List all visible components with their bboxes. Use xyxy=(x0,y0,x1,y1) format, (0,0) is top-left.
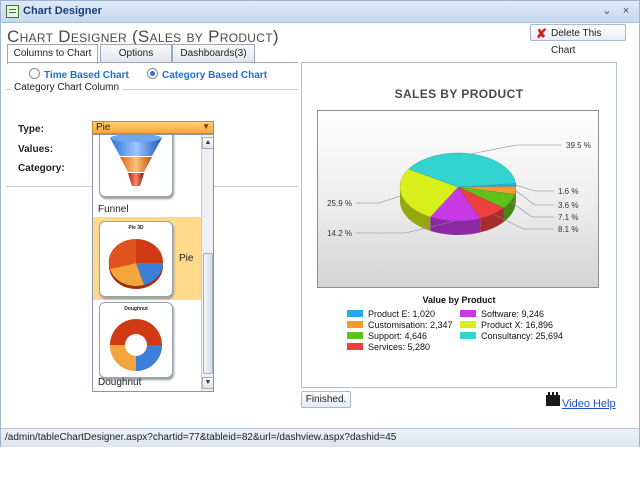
pie-chart-icon xyxy=(108,238,164,289)
leader-line-customisation xyxy=(515,190,554,206)
status-url: /admin/tableChartDesigner.aspx?chartid=7… xyxy=(5,432,397,443)
legend-label: Product X: 16,896 xyxy=(481,320,554,330)
legend-label: Services: 5,280 xyxy=(368,342,431,352)
radio-time-based[interactable]: Time Based Chart xyxy=(29,68,129,81)
funnel-label: Funnel xyxy=(98,204,129,215)
list-item-pie[interactable]: Pie 3D Pie xyxy=(93,217,201,300)
percent-label-customisation: 3.6 % xyxy=(558,201,578,210)
chevron-down-icon[interactable]: ▼ xyxy=(202,121,210,132)
legend-swatch xyxy=(460,321,476,328)
tab-options[interactable]: Options xyxy=(100,44,172,62)
delete-chart-label: Delete This Chart xyxy=(551,28,602,56)
close-icon[interactable]: × xyxy=(618,4,634,18)
legend-label: Consultancy: 25,694 xyxy=(481,331,564,341)
form-icon xyxy=(6,5,19,18)
legend-label: Software: 9,246 xyxy=(481,309,545,319)
scroll-down-icon[interactable]: ▼ xyxy=(202,377,213,389)
legend-label: Customisation: 2,347 xyxy=(368,320,453,330)
radio-category-based[interactable]: Category Based Chart xyxy=(147,68,267,81)
category-fieldset-legend: Category Chart Column xyxy=(11,82,123,93)
leader-line-product-x xyxy=(356,195,402,204)
chart-title: Sales by Product xyxy=(394,87,524,101)
category-label: Category: xyxy=(18,163,65,174)
values-label: Values: xyxy=(18,144,54,155)
list-item-doughnut[interactable]: Doughnut Doughnut xyxy=(93,300,201,391)
leader-line-product-e xyxy=(515,184,554,192)
legend-swatch xyxy=(460,332,476,339)
scroll-up-icon[interactable]: ▲ xyxy=(202,137,213,149)
legend-item-product-e: Product E: 1,020 xyxy=(347,309,435,319)
doughnut-thumbnail: Doughnut xyxy=(99,302,173,378)
type-select[interactable]: Pie ▼ xyxy=(92,121,214,134)
list-item-funnel[interactable]: Funnel xyxy=(93,135,201,217)
percent-label-services: 8.1 % xyxy=(558,225,578,234)
title-bar[interactable]: Chart Designer ⌄ × xyxy=(1,1,639,23)
radio-category-based-circle[interactable] xyxy=(147,68,158,79)
delete-x-icon: ✘ xyxy=(536,26,547,41)
legend-swatch xyxy=(460,310,476,317)
percent-label-support: 7.1 % xyxy=(558,213,578,222)
tab-dashboards[interactable]: Dashboards(3) xyxy=(172,44,255,62)
pie-chart: 1.6 % 3.6 % 7.1 % 8.1 % 14.2 % 25.9 % 39.5 % xyxy=(327,141,591,238)
window-title: Chart Designer xyxy=(23,5,102,17)
radio-category-based-label: Category Based Chart xyxy=(162,70,268,81)
legend-item-consultancy: Consultancy: 25,694 xyxy=(460,331,563,341)
type-select-value: Pie xyxy=(96,122,111,133)
legend-label: Product E: 1,020 xyxy=(368,309,436,319)
video-help-label[interactable]: Video Help xyxy=(562,398,616,410)
radio-time-based-circle[interactable] xyxy=(29,68,40,79)
legend-swatch xyxy=(347,310,363,317)
status-bar: /admin/tableChartDesigner.aspx?chartid=7… xyxy=(1,428,639,447)
funnel-chart-icon xyxy=(110,135,162,186)
legend-item-software: Software: 9,246 xyxy=(460,309,544,319)
percent-label-product-x: 25.9 % xyxy=(327,199,352,208)
type-label: Type: xyxy=(18,124,44,135)
scrollbar-thumb[interactable] xyxy=(203,253,213,374)
legend-swatch xyxy=(347,321,363,328)
leader-line-support xyxy=(510,201,554,218)
delete-chart-button[interactable]: ✘ Delete This Chart xyxy=(530,24,626,56)
percent-label-software: 14.2 % xyxy=(327,229,352,238)
leader-line-consultancy xyxy=(470,144,562,155)
legend-item-product-x: Product X: 16,896 xyxy=(460,320,553,330)
chart-type-dropdown[interactable]: Funnel Pie 3D Pie Doughnut Doughnut ▲ ▼ xyxy=(92,134,214,392)
clapperboard-icon[interactable] xyxy=(546,392,560,406)
dropdown-scrollbar[interactable]: ▲ ▼ xyxy=(201,135,213,391)
tab-underline xyxy=(7,62,298,63)
legend-item-support: Support: 4,646 xyxy=(347,331,427,341)
legend-title: Value by Product xyxy=(422,295,496,305)
pie-thumbnail: Pie 3D xyxy=(99,221,173,297)
chart-preview-panel: Sales by Product 1.6 % 3.6 % 7.1 % 8.1 % 14.… xyxy=(301,62,617,388)
legend-label: Support: 4,646 xyxy=(368,331,428,341)
doughnut-label: Doughnut xyxy=(98,377,142,388)
funnel-thumbnail xyxy=(99,135,173,197)
radio-time-based-label: Time Based Chart xyxy=(44,70,129,81)
pie-plot-area: 1.6 % 3.6 % 7.1 % 8.1 % 14.2 % 25.9 % 39.5 % xyxy=(317,110,599,288)
legend-swatch xyxy=(347,332,363,339)
legend-item-customisation: Customisation: 2,347 xyxy=(347,320,453,330)
pie-label: Pie xyxy=(179,253,194,264)
legend-item-services: Services: 5,280 xyxy=(347,342,430,352)
doughnut-chart-icon xyxy=(110,319,162,371)
percent-label-product-e: 1.6 % xyxy=(558,187,578,196)
finished-button[interactable]: Finished. xyxy=(301,391,351,408)
chart-designer-window: Chart Designer ⌄ × Chart Designer (Sales… xyxy=(0,0,640,447)
legend-swatch xyxy=(347,343,363,350)
tab-columns-to-chart[interactable]: Columns to Chart xyxy=(7,44,98,64)
percent-label-consultancy: 39.5 % xyxy=(566,141,591,150)
minimize-icon[interactable]: ⌄ xyxy=(599,4,615,18)
